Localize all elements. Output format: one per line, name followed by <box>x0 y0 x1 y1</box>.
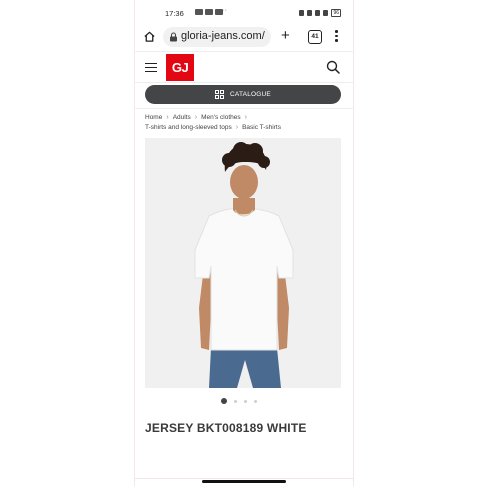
breadcrumb-row: Home › Adults › Men's clothes › <box>145 113 345 123</box>
chevron-right-icon: › <box>244 114 247 121</box>
model-photo <box>145 138 341 388</box>
new-tab-button[interactable]: + <box>281 28 290 43</box>
phone-screen: 17:36 ··· 96 gloria-jeans.com/ + 41 GJ C… <box>134 0 354 486</box>
wifi-icon <box>315 10 321 16</box>
breadcrumb-adults[interactable]: Adults <box>173 113 191 123</box>
site-header: GJ <box>135 51 353 83</box>
carousel-dot[interactable] <box>234 399 237 403</box>
search-icon[interactable] <box>326 60 340 74</box>
breadcrumb-tshirts-tops[interactable]: T-shirts and long-sleeved tops <box>145 123 232 133</box>
battery-icon: 96 <box>331 9 341 17</box>
chevron-right-icon: › <box>235 124 239 131</box>
signal-icon <box>323 10 329 16</box>
status-time: 17:36 <box>165 9 184 18</box>
product-image[interactable] <box>145 138 341 388</box>
vibrate-icon <box>299 10 305 16</box>
breadcrumb-home[interactable]: Home <box>145 113 162 123</box>
carousel-dot[interactable] <box>244 399 247 403</box>
catalogue-button[interactable]: CATALOGUE <box>145 85 341 104</box>
status-bar: 17:36 ··· 96 <box>135 0 353 24</box>
product-title: JERSEY BKT008189 WHITE <box>145 421 307 435</box>
chevron-right-icon: › <box>166 114 169 121</box>
breadcrumb-basic-tshirts[interactable]: Basic T-shirts <box>242 123 281 133</box>
tabs-icon[interactable]: 41 <box>308 30 322 44</box>
gesture-navigation-bar[interactable] <box>202 480 286 483</box>
carousel-dot[interactable] <box>221 398 227 404</box>
breadcrumb: Home › Adults › Men's clothes › T-shirts… <box>145 113 345 133</box>
hamburger-icon[interactable] <box>145 63 157 75</box>
breadcrumb-mens-clothes[interactable]: Men's clothes <box>201 113 241 123</box>
chevron-right-icon: › <box>194 114 198 121</box>
carousel-dot[interactable] <box>254 399 257 403</box>
catalogue-label: CATALOGUE <box>230 91 271 98</box>
menu-icon[interactable] <box>335 30 339 44</box>
url-text: gloria-jeans.com/ <box>181 30 265 42</box>
carousel-dots <box>221 398 257 404</box>
system-icons: 96 <box>299 9 341 17</box>
bottom-divider <box>135 478 353 479</box>
catalogue-grid-icon <box>215 90 225 99</box>
lock-icon <box>170 32 177 42</box>
browser-toolbar: gloria-jeans.com/ + 41 <box>135 24 353 50</box>
address-bar[interactable]: gloria-jeans.com/ <box>163 27 271 47</box>
breadcrumb-row: T-shirts and long-sleeved tops › Basic T… <box>145 123 345 133</box>
alarm-icon <box>307 10 313 16</box>
more-notifications-icon: ··· <box>219 7 228 14</box>
site-logo[interactable]: GJ <box>166 54 194 81</box>
divider <box>135 108 353 109</box>
home-icon[interactable] <box>143 30 156 43</box>
